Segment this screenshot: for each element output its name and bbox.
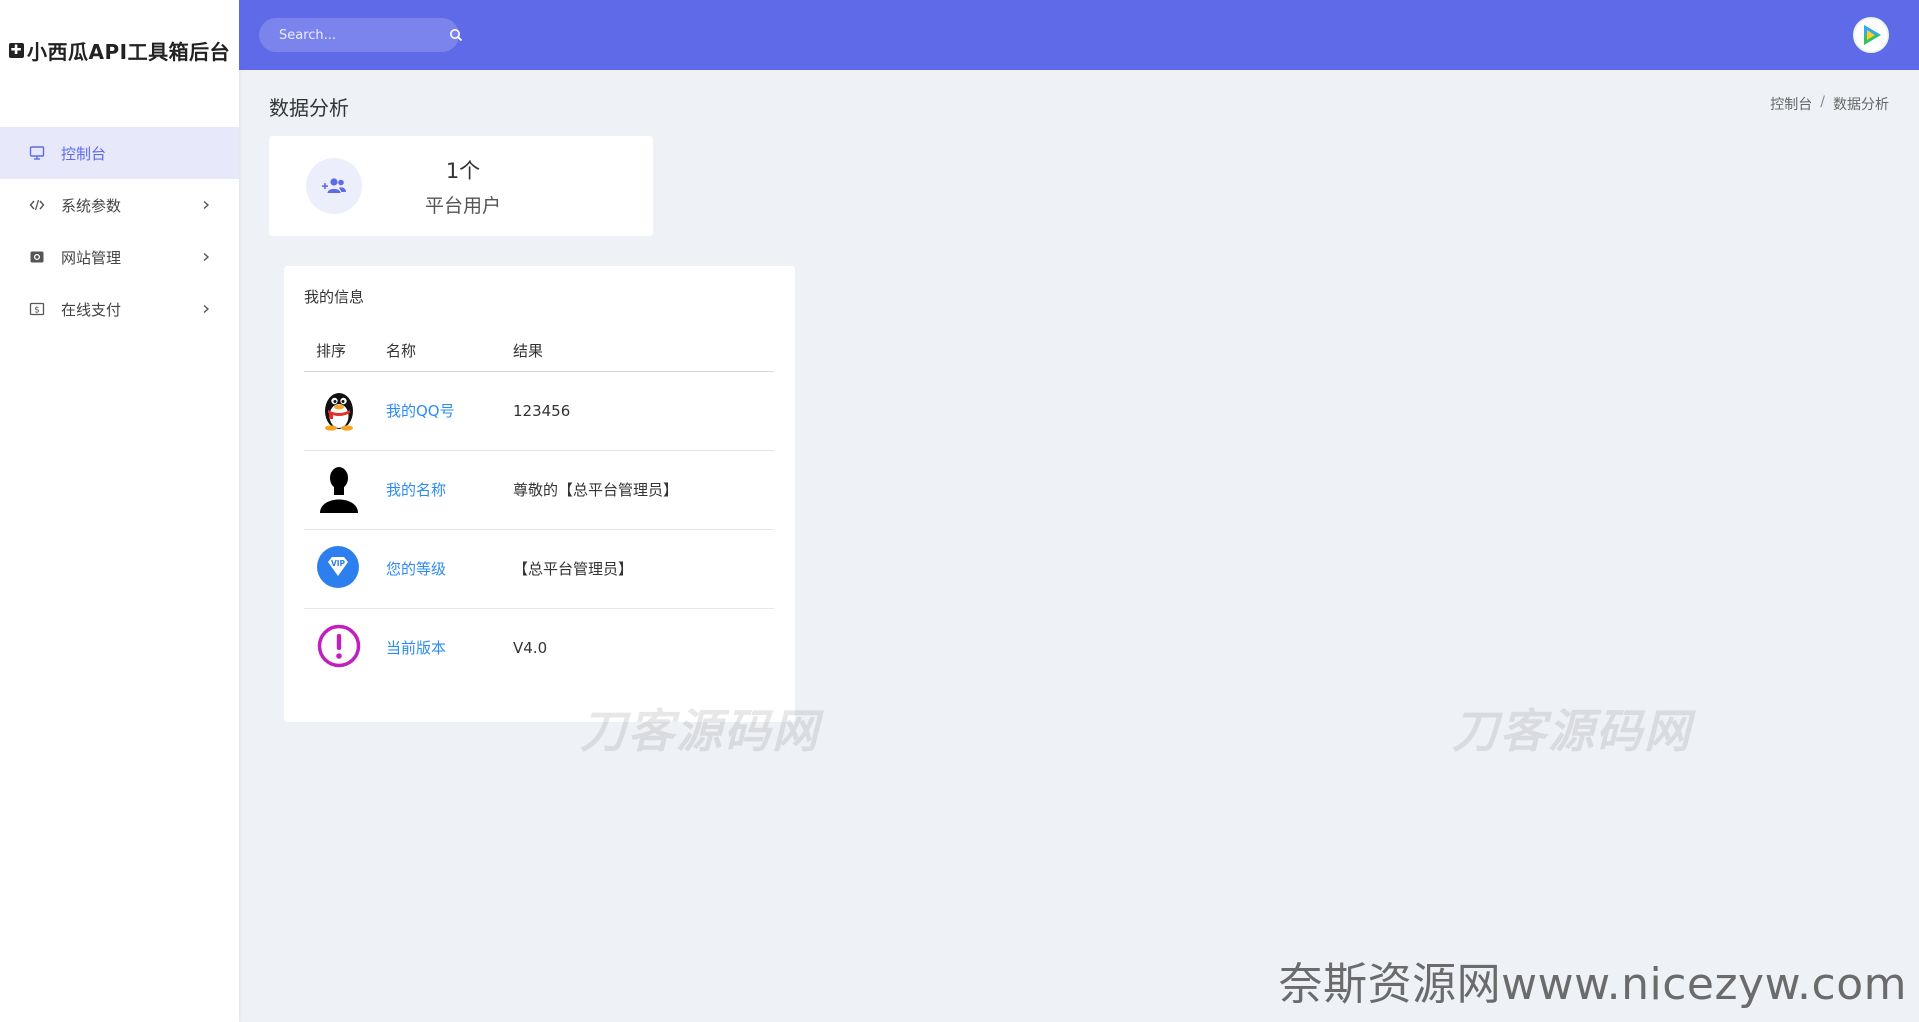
- row-name-link[interactable]: 当前版本: [386, 639, 446, 657]
- breadcrumb-item-console[interactable]: 控制台: [1770, 94, 1812, 114]
- plus-box-icon: ✚: [9, 42, 24, 58]
- brand-title: 小西瓜API工具箱后台: [27, 39, 231, 64]
- svg-text:$: $: [34, 306, 39, 316]
- stat-value: 1个: [445, 158, 481, 183]
- sidebar: ✚ 小西瓜API工具箱后台 控制台 系统参数 网站管理 $ 在线支付: [0, 0, 239, 1022]
- breadcrumb-item-current: 数据分析: [1833, 97, 1889, 113]
- watermark-left: 刀客源码网: [580, 704, 820, 758]
- row-result-cell: 尊敬的【总平台管理员】: [513, 450, 774, 530]
- sidebar-item-online-payment[interactable]: $ 在线支付: [0, 283, 239, 335]
- chevron-right-icon: [201, 252, 211, 262]
- sidebar-item-site-management[interactable]: 网站管理: [0, 231, 239, 283]
- sidebar-item-label: 系统参数: [61, 196, 122, 215]
- stat-icon-wrap: [306, 158, 362, 214]
- search-input[interactable]: [279, 27, 449, 43]
- table-row: 我的QQ号 123456: [304, 371, 774, 451]
- breadcrumb: 控制台 / 数据分析: [1770, 94, 1889, 114]
- row-name-link[interactable]: 我的名称: [386, 481, 446, 499]
- table-row: 当前版本 V4.0: [304, 608, 774, 687]
- play-logo-icon: [1856, 20, 1886, 50]
- vip-diamond-icon: VIP: [317, 545, 359, 588]
- sidebar-item-console[interactable]: 控制台: [0, 127, 239, 179]
- sidebar-item-label: 网站管理: [61, 248, 122, 267]
- avatar[interactable]: [1853, 17, 1889, 53]
- monitor-icon: [28, 144, 46, 162]
- topbar: [239, 0, 1919, 70]
- sidebar-item-label: 在线支付: [61, 300, 122, 319]
- stat-label: 平台用户: [425, 194, 502, 217]
- page-title: 数据分析: [269, 96, 349, 120]
- row-name-cell[interactable]: 我的QQ号: [386, 371, 513, 451]
- row-name-cell[interactable]: 当前版本: [386, 608, 513, 687]
- exclamation-circle-icon: [317, 624, 361, 667]
- column-header: 排序: [304, 331, 386, 372]
- qq-penguin-icon: [325, 392, 353, 431]
- watermark-right: 刀客源码网: [1452, 704, 1692, 758]
- row-result-cell: 【总平台管理员】: [513, 529, 774, 609]
- card-title: 我的信息: [304, 288, 365, 306]
- table-row: 我的名称 尊敬的【总平台管理员】: [304, 450, 774, 530]
- row-icon-cell: [304, 371, 386, 451]
- my-info-card: 我的信息 排序 名称 结果 我的QQ号 123456 我的名称 尊敬的【总平台管…: [284, 266, 795, 722]
- brand[interactable]: ✚ 小西瓜API工具箱后台: [0, 0, 239, 100]
- sidebar-nav: 控制台 系统参数 网站管理 $ 在线支付: [0, 127, 239, 335]
- row-result-cell: V4.0: [513, 638, 548, 657]
- person-silhouette-icon: [320, 466, 358, 513]
- row-name-link[interactable]: 我的QQ号: [386, 402, 455, 420]
- settings-box-icon: [28, 248, 46, 266]
- row-name-cell[interactable]: 我的名称: [386, 450, 513, 530]
- row-result-cell: 123456: [513, 371, 774, 451]
- table-header-row: 排序 名称 结果: [304, 331, 774, 372]
- dollar-box-icon: $: [28, 300, 46, 318]
- search-icon[interactable]: [449, 28, 463, 42]
- sidebar-item-system-params[interactable]: 系统参数: [0, 179, 239, 231]
- row-icon-cell: [304, 450, 386, 530]
- row-icon-cell: [304, 608, 386, 687]
- user-add-icon: [322, 178, 346, 193]
- row-name-cell[interactable]: 您的等级: [386, 529, 513, 609]
- code-icon: [28, 196, 46, 214]
- chevron-right-icon: [201, 200, 211, 210]
- platform-users-card: 1个 平台用户: [269, 136, 653, 236]
- row-name-link[interactable]: 您的等级: [386, 560, 446, 578]
- sidebar-item-label: 控制台: [61, 144, 107, 163]
- chevron-right-icon: [201, 304, 211, 314]
- info-table: 排序 名称 结果 我的QQ号 123456 我的名称 尊敬的【总平台管理员】 V…: [304, 331, 774, 687]
- row-icon-cell: VIP: [304, 529, 386, 609]
- footer-watermark: 奈斯资源网www.nicezyw.com: [1278, 959, 1907, 1010]
- column-header: 名称: [386, 331, 513, 372]
- column-header: 结果: [513, 331, 774, 372]
- breadcrumb-separator: /: [1820, 94, 1825, 110]
- table-row: VIP 您的等级 【总平台管理员】: [304, 529, 774, 609]
- search-box[interactable]: [259, 18, 463, 52]
- svg-text:VIP: VIP: [331, 559, 346, 568]
